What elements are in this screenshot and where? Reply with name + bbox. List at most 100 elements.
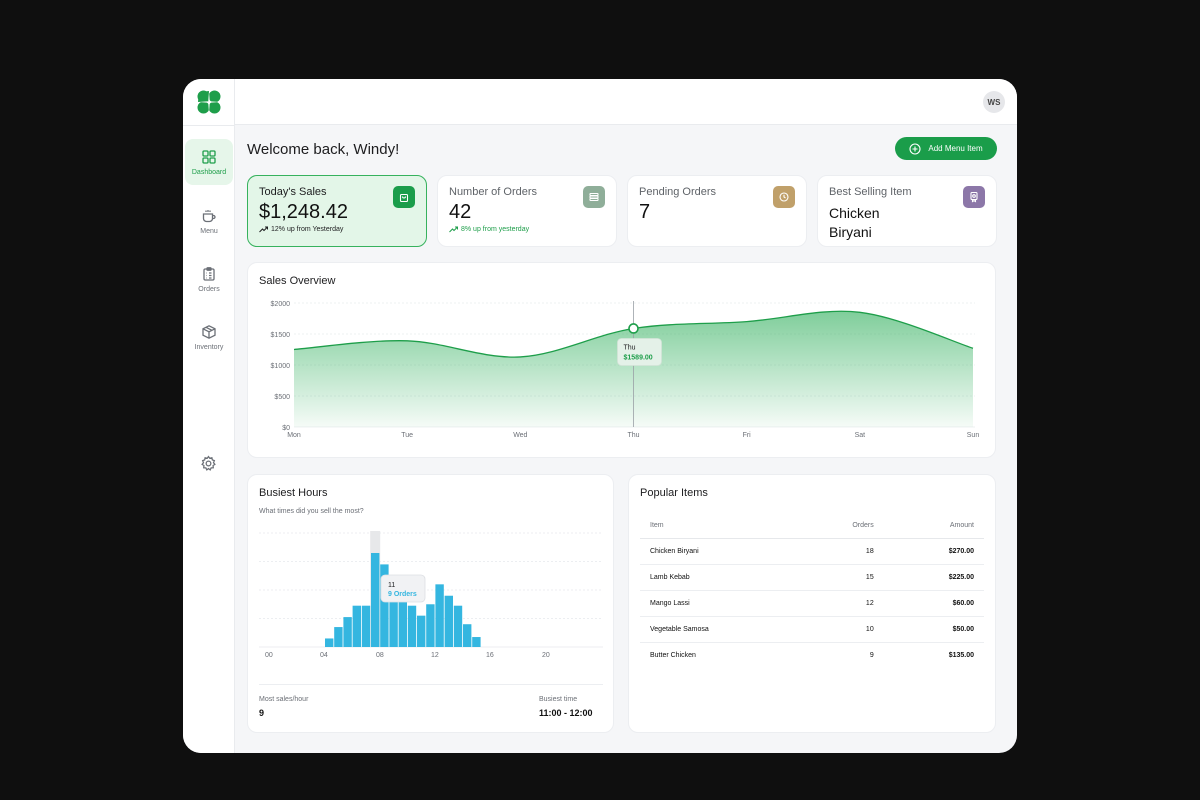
bar [463, 624, 472, 647]
bar [426, 604, 435, 647]
y-tick-label: $0 [282, 425, 290, 432]
stat-value: 7 [639, 201, 651, 223]
item-name: Chicken Biryani [640, 538, 793, 565]
x-tick-label: Wed [513, 432, 527, 439]
bar [361, 605, 371, 647]
y-tick-label: $1000 [271, 363, 291, 370]
most-sales-value: 9 [259, 708, 265, 718]
bar [472, 637, 481, 647]
bar [435, 584, 444, 647]
item-orders: 9 [869, 651, 874, 659]
stat-card-best-selling-item[interactable]: Best Selling Item Chicken Biryani [817, 175, 997, 247]
busiest-hours-chart[interactable]: 00 04 08 12 16 20 11 9 Orders [248, 475, 615, 675]
busiest-time-value: 11:00 - 12:00 [539, 708, 593, 718]
data-point [628, 323, 639, 334]
table-row[interactable]: Vegetable Samosa 10 $50.00 [640, 616, 984, 643]
logo-icon[interactable] [195, 88, 223, 116]
busiest-time-label: Busiest time [539, 696, 578, 703]
item-orders: 12 [792, 590, 884, 617]
item-orders: 18 [792, 538, 884, 565]
table-row[interactable]: Lamb Kebab 15 $225.00 [640, 564, 984, 591]
popular-items-table: Item Orders Amount Chicken Biryani 18 $2… [640, 513, 984, 668]
sidebar-item-inventory[interactable]: Inventory [185, 314, 233, 360]
coffee-cup-icon [202, 209, 216, 222]
column-header-orders[interactable]: Orders [792, 513, 884, 539]
item-name: Butter Chicken [650, 651, 696, 659]
table-header-row: Item Orders Amount [640, 513, 984, 539]
table-row[interactable]: Chicken Biryani 18 $270.00 [640, 538, 984, 565]
table-row[interactable]: Mango Lassi 12 $60.00 [640, 590, 984, 617]
add-menu-item-button[interactable]: Add Menu Item [895, 137, 997, 160]
x-tick-label: 00 [265, 652, 273, 659]
x-tick-label: Mon [287, 432, 301, 439]
gear-icon[interactable] [200, 455, 217, 472]
x-tick-label: 04 [320, 652, 328, 659]
popular-items-card: Popular Items Item Orders Amount Chicken… [628, 474, 996, 733]
sidebar-item-label: Dashboard [191, 168, 227, 176]
y-tick-label: $1500 [271, 332, 291, 339]
stat-value: $1,248.42 [259, 201, 348, 223]
bar [352, 605, 361, 647]
top-bar: WS [235, 79, 1017, 125]
table-row[interactable]: Butter Chicken 9 $135.00 [640, 642, 984, 668]
tooltip-value: 9 Orders [388, 591, 417, 598]
bar [453, 605, 463, 647]
trend-up-icon [259, 226, 268, 233]
stat-label: Number of Orders [449, 186, 538, 198]
bar [371, 553, 380, 647]
stat-value: Chicken Biryani [829, 204, 949, 242]
sidebar-item-label: Menu [200, 227, 218, 235]
item-orders: 10 [792, 616, 884, 643]
item-amount: $270.00 [883, 538, 984, 565]
clipboard-icon [203, 266, 215, 281]
sidebar-item-orders[interactable]: Orders [185, 256, 233, 302]
bar [444, 595, 453, 647]
sidebar-item-menu[interactable]: Menu [185, 198, 233, 244]
bar [343, 617, 352, 647]
sidebar-item-dashboard[interactable]: Dashboard [185, 139, 233, 185]
x-tick-label: 20 [542, 652, 550, 659]
x-tick-label: Sun [967, 432, 980, 439]
tooltip-label: Thu [624, 344, 636, 351]
stat-card-number-of-orders[interactable]: Number of Orders 42 8% up from yesterday [437, 175, 617, 247]
sidebar-divider [183, 125, 235, 126]
tooltip-value: $1589.00 [624, 354, 653, 361]
award-icon [963, 186, 985, 208]
stat-change: 8% up from yesterday [449, 226, 529, 233]
sidebar: Dashboard Menu Orders Inventory [183, 79, 235, 753]
stat-card-pending-orders[interactable]: Pending Orders 7 [627, 175, 807, 247]
box-icon [202, 324, 216, 339]
stat-change: 12% up from Yesterday [259, 226, 343, 233]
x-tick-label: Sat [855, 432, 866, 439]
x-tick-label: Tue [401, 432, 413, 439]
sales-overview-chart[interactable]: $0 $500 $1000 $1500 $2000 Mon Tue Wed Thu Fri Sat S… [248, 263, 997, 459]
stat-change-text: 12% up from Yesterday [271, 226, 344, 233]
bar [407, 605, 417, 647]
x-tick-label: 12 [431, 652, 439, 659]
item-name: Mango Lassi [640, 590, 793, 617]
trend-up-icon [449, 226, 458, 233]
column-header-item[interactable]: Item [640, 513, 793, 539]
plus-circle-icon [909, 142, 921, 155]
stat-label: Today's Sales [259, 186, 327, 198]
y-tick-label: $2000 [271, 301, 291, 308]
item-name: Vegetable Samosa [640, 616, 793, 643]
bar [325, 638, 334, 647]
divider [259, 684, 603, 685]
avatar[interactable]: WS [983, 91, 1005, 113]
page-title: Welcome back, Windy! [247, 141, 400, 158]
stat-label: Pending Orders [639, 186, 717, 198]
column-header-amount[interactable]: Amount [883, 513, 984, 539]
item-orders: 15 [792, 564, 884, 591]
grid-icon [202, 149, 216, 164]
item-amount: $225.00 [883, 564, 984, 591]
add-menu-item-label: Add Menu Item [928, 144, 983, 153]
app-window: Dashboard Menu Orders Inventory WS Welco… [183, 79, 1017, 753]
x-tick-label: Fri [743, 432, 752, 439]
item-amount: $50.00 [883, 616, 984, 643]
stat-card-todays-sales[interactable]: Today's Sales $1,248.42 12% up from Yest… [247, 175, 427, 247]
item-amount: $135.00 [948, 651, 974, 659]
stat-value: 42 [449, 201, 472, 223]
stat-value-line: Biryani [829, 224, 872, 240]
busiest-hours-card: Busiest Hours What times did you sell th… [247, 474, 614, 733]
